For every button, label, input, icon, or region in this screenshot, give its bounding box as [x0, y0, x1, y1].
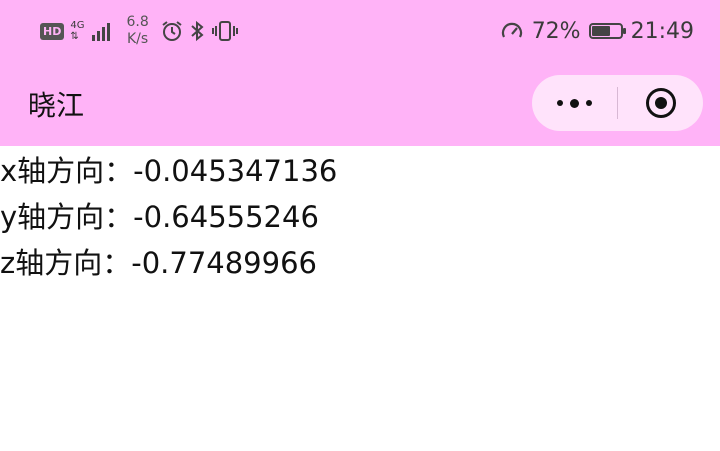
target-close-icon: [645, 88, 676, 118]
z-axis-label: z轴方向：: [0, 246, 132, 280]
more-button[interactable]: [532, 75, 617, 131]
navigation-bar: 晓江: [0, 62, 720, 146]
menu-capsule: [532, 75, 703, 131]
hd-badge: HD: [40, 22, 65, 40]
clock: 21:49: [630, 18, 694, 44]
sensor-readings: x轴方向：-0.045347136 y轴方向：-0.64555246 z轴方向：…: [0, 148, 720, 286]
x-axis-value: -0.045347136: [133, 154, 338, 188]
battery-percent: 72%: [531, 18, 581, 44]
y-axis-label: y轴方向：: [0, 200, 134, 234]
battery-icon: [588, 23, 626, 39]
power-saver-icon: [500, 20, 524, 42]
network-type: 4G: [70, 20, 85, 31]
z-axis-value: -0.77489966: [131, 246, 317, 280]
status-right: 72% 21:49: [500, 19, 694, 44]
more-dots-icon: [557, 100, 563, 106]
page-title: 晓江: [28, 89, 85, 122]
alarm-icon: [161, 20, 183, 42]
data-arrows-icon: ⇅: [70, 31, 79, 42]
signal-icon: [92, 21, 111, 41]
speed-unit: K/s: [127, 31, 149, 47]
y-axis-row: y轴方向：-0.64555246: [0, 194, 720, 240]
speed-value: 6.8: [126, 14, 149, 30]
more-dot-right: [586, 100, 592, 106]
status-left: HD 4G ⇅ 6.8 K/s: [40, 14, 239, 48]
x-axis-label: x轴方向：: [0, 154, 134, 188]
y-axis-value: -0.64555246: [133, 200, 319, 234]
z-axis-row: z轴方向：-0.77489966: [0, 240, 720, 286]
network-indicator: 4G ⇅: [70, 20, 84, 42]
vibrate-icon: [211, 20, 239, 42]
x-axis-row: x轴方向：-0.045347136: [0, 148, 720, 194]
network-speed: 6.8 K/s: [126, 14, 148, 48]
close-button[interactable]: [618, 75, 703, 131]
more-dot-center: [570, 98, 579, 108]
bluetooth-icon: [189, 20, 205, 42]
status-bar: HD 4G ⇅ 6.8 K/s 72% 21:49: [0, 0, 720, 62]
